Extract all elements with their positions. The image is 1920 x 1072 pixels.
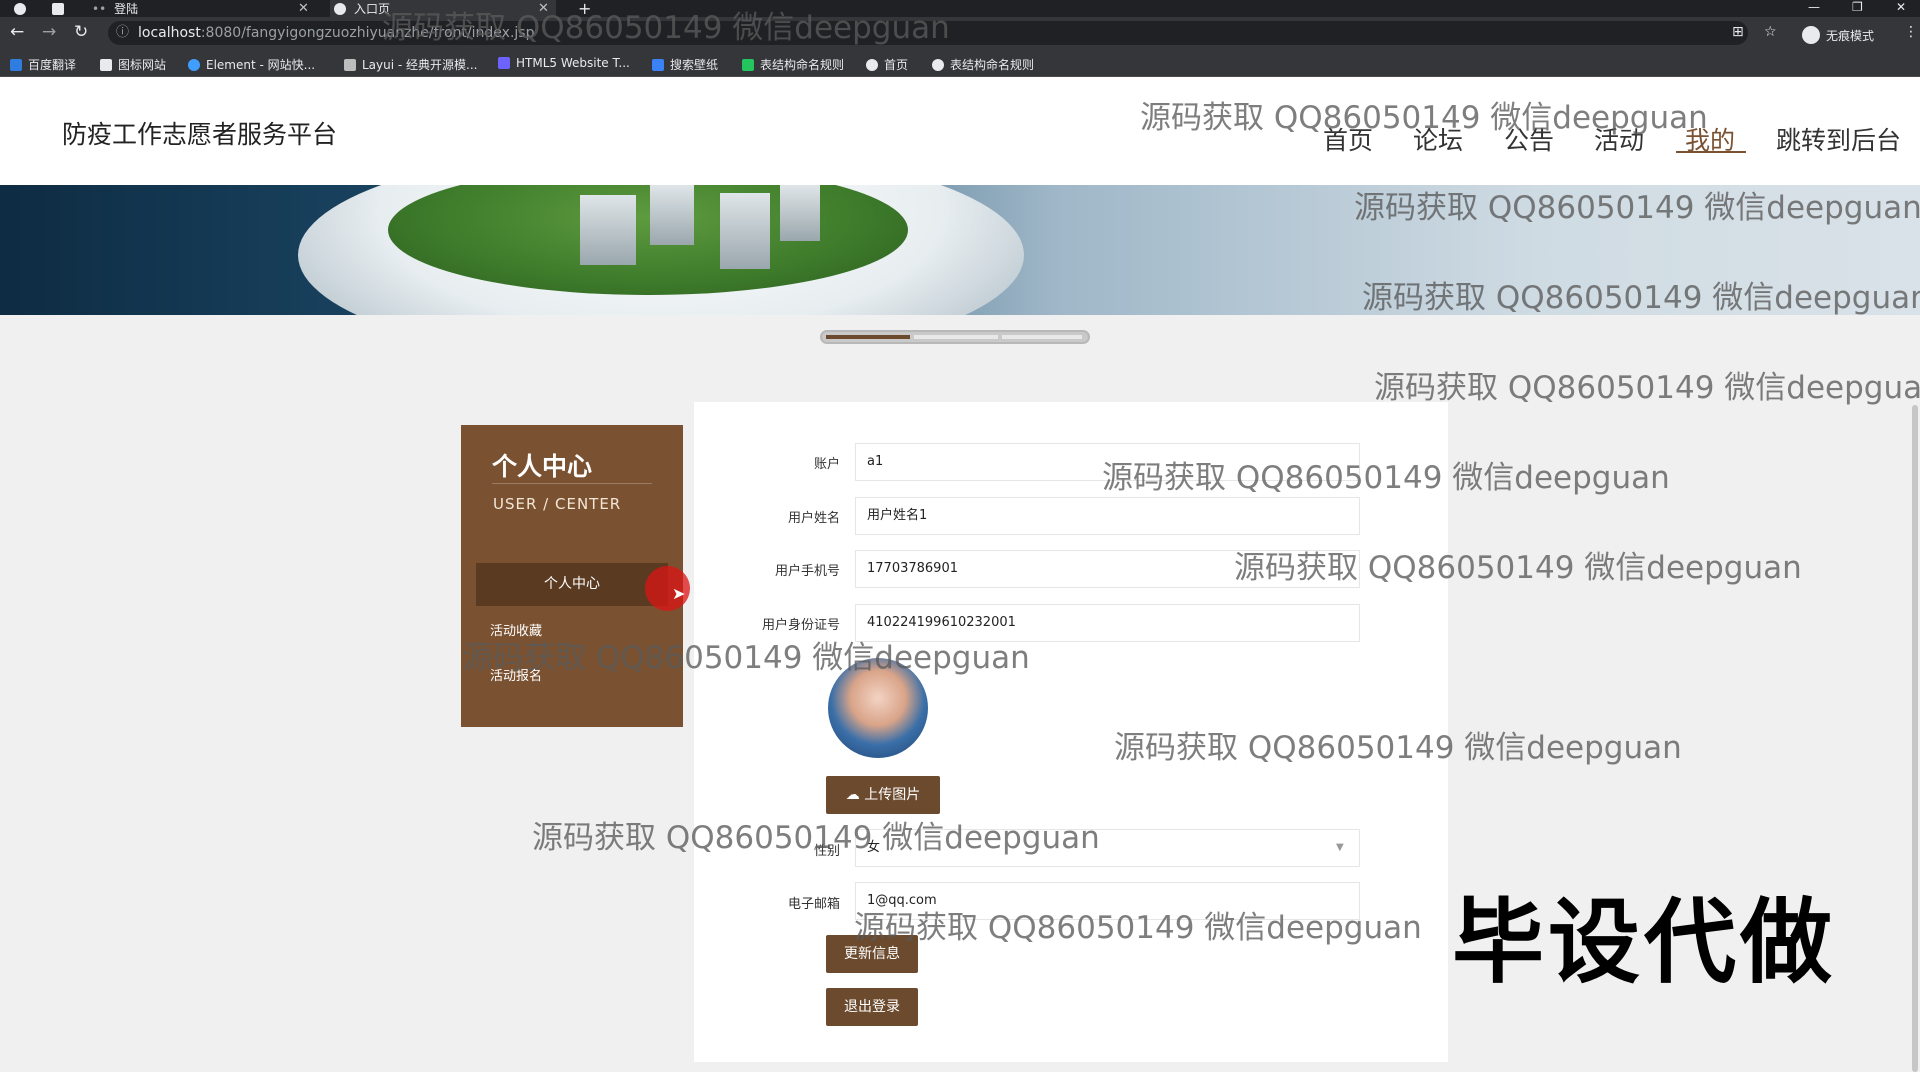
minimize-icon[interactable]: — <box>1808 0 1820 14</box>
element-icon <box>188 58 200 71</box>
bookmark-label: 首页 <box>884 58 909 72</box>
page-scrollbar[interactable] <box>1912 405 1918 1072</box>
tab-login[interactable]: •• 登陆 ✕ <box>92 0 318 17</box>
watermark-text: 源码获取 QQ86050149 微信deepguan <box>462 640 1030 676</box>
nav-active-underline <box>1676 151 1746 153</box>
username-label: 用户姓名 <box>787 511 840 526</box>
building-shape <box>720 193 770 269</box>
bookmark-label: 表结构命名规则 <box>760 58 845 72</box>
restore-icon[interactable]: ❐ <box>1852 0 1863 14</box>
upload-image-button[interactable]: ☁ 上传图片 <box>826 776 940 814</box>
incognito-badge[interactable]: 无痕模式 <box>1802 26 1874 44</box>
watermark-text: 源码获取 QQ86050149 微信deepguan <box>1140 100 1708 136</box>
promo-overlay-text: 毕设代做 <box>1452 889 1837 996</box>
bookmark-layui[interactable]: Layui - 经典开源模... <box>344 56 477 73</box>
bookmark-label: 表结构命名规则 <box>950 58 1035 72</box>
watermark-text: 源码获取 QQ86050149 微信deepguan <box>854 910 1422 946</box>
bookmark-wallpaper[interactable]: 搜索壁纸 <box>652 56 718 73</box>
watermark-text: 源码获取 QQ86050149 微信deepguan <box>1362 280 1920 316</box>
tab-login-label: 登陆 <box>114 2 139 16</box>
bookmark-icon <box>10 58 22 71</box>
watermark-text: 源码获取 QQ86050149 微信deepguan <box>1102 460 1670 496</box>
incognito-label: 无痕模式 <box>1826 28 1875 43</box>
watermark-text: 源码获取 QQ86050149 微信deepguan <box>1374 370 1920 406</box>
browser-menu-icon[interactable] <box>14 0 34 17</box>
sidebar-item-user-center[interactable]: 个人中心 <box>476 563 668 606</box>
bookmarks-bar: 百度翻译 图标网站 Element - 网站快... Layui - 经典开源模… <box>0 49 1920 77</box>
reload-icon[interactable]: ↻ <box>74 22 88 42</box>
watermark-text: 源码获取 QQ86050149 微信deepguan <box>1234 550 1802 586</box>
carousel-dot-active[interactable] <box>826 335 910 339</box>
cloud-upload-icon: ☁ <box>845 787 860 803</box>
building-shape <box>650 185 694 245</box>
bookmark-label: 百度翻译 <box>28 58 77 72</box>
globe-icon <box>866 58 878 71</box>
carousel-dot[interactable] <box>914 335 998 339</box>
bookmark-label: Layui - 经典开源模... <box>362 58 478 72</box>
browser-tab-bar: •• 登陆 ✕ 入口页 ✕ + — ❐ ✕ <box>0 0 1920 18</box>
bookmark-home[interactable]: 首页 <box>866 56 908 73</box>
carousel-indicator[interactable] <box>820 330 1090 344</box>
building-shape <box>580 195 636 265</box>
sidebar-title: 个人中心 <box>492 452 593 481</box>
bookmark-icon-site[interactable]: 图标网站 <box>100 56 166 73</box>
flag-icon <box>100 58 112 71</box>
back-icon[interactable]: ← <box>10 22 24 42</box>
info-icon[interactable]: ⓘ <box>116 21 129 45</box>
watermark-text: 源码获取 QQ86050149 微信deepguan <box>532 820 1100 856</box>
bookmark-element[interactable]: Element - 网站快... <box>188 56 315 73</box>
bookmark-label: 图标网站 <box>118 58 167 72</box>
bookmark-table-rules[interactable]: 表结构命名规则 <box>742 56 844 73</box>
watermark-text: 源码获取 QQ86050149 微信deepguan <box>1114 730 1682 766</box>
bookmark-baidu-translate[interactable]: 百度翻译 <box>10 56 76 73</box>
layui-icon <box>344 58 356 71</box>
window-close-icon[interactable]: ✕ <box>1896 0 1906 14</box>
html5-icon <box>498 57 510 69</box>
sidebar-subtitle: USER / CENTER <box>493 495 622 513</box>
chevron-down-icon[interactable]: ▼ <box>1336 842 1344 853</box>
table-icon <box>742 58 754 71</box>
url-host: localhost <box>138 25 201 41</box>
wallpaper-icon <box>652 58 664 71</box>
logout-button[interactable]: 退出登录 <box>826 988 918 1026</box>
upload-image-label: 上传图片 <box>864 787 921 803</box>
bookmark-label: Element - 网站快... <box>206 58 316 72</box>
forward-icon[interactable]: → <box>42 22 56 42</box>
building-shape <box>780 185 820 241</box>
account-label: 账户 <box>813 457 840 472</box>
translate-icon[interactable]: ⊞ <box>1732 24 1744 40</box>
watermark-text: 源码获取 QQ86050149 微信deepguan <box>382 10 950 46</box>
bookmark-label: 搜索壁纸 <box>670 58 719 72</box>
incognito-icon <box>1802 26 1820 44</box>
globe-icon <box>932 58 944 71</box>
id-number-label: 用户身份证号 <box>761 618 840 633</box>
carousel-dot[interactable] <box>1002 335 1082 339</box>
bookmark-label: HTML5 Website T... <box>516 56 630 70</box>
sidebar-divider <box>492 483 652 484</box>
close-icon[interactable]: ✕ <box>298 1 309 16</box>
more-menu-icon[interactable]: ⋮ <box>1904 24 1918 40</box>
username-input[interactable]: 用户姓名1 <box>855 497 1360 535</box>
nav-admin[interactable]: 跳转到后台 <box>1776 121 1901 157</box>
cursor-icon: ➤ <box>672 584 686 603</box>
phone-label: 用户手机号 <box>774 564 840 579</box>
bookmark-table-rules-2[interactable]: 表结构命名规则 <box>932 56 1034 73</box>
address-bar: ← → ↻ ⓘ localhost:8080/fangyigongzuozhiy… <box>0 17 1920 49</box>
star-icon[interactable]: ☆ <box>1764 24 1777 40</box>
bookmark-html5[interactable]: HTML5 Website T... <box>498 56 630 70</box>
email-label: 电子邮箱 <box>787 897 840 912</box>
window-icon[interactable] <box>52 0 72 17</box>
watermark-text: 源码获取 QQ86050149 微信deepguan <box>1354 190 1920 226</box>
site-title: 防疫工作志愿者服务平台 <box>62 120 338 149</box>
